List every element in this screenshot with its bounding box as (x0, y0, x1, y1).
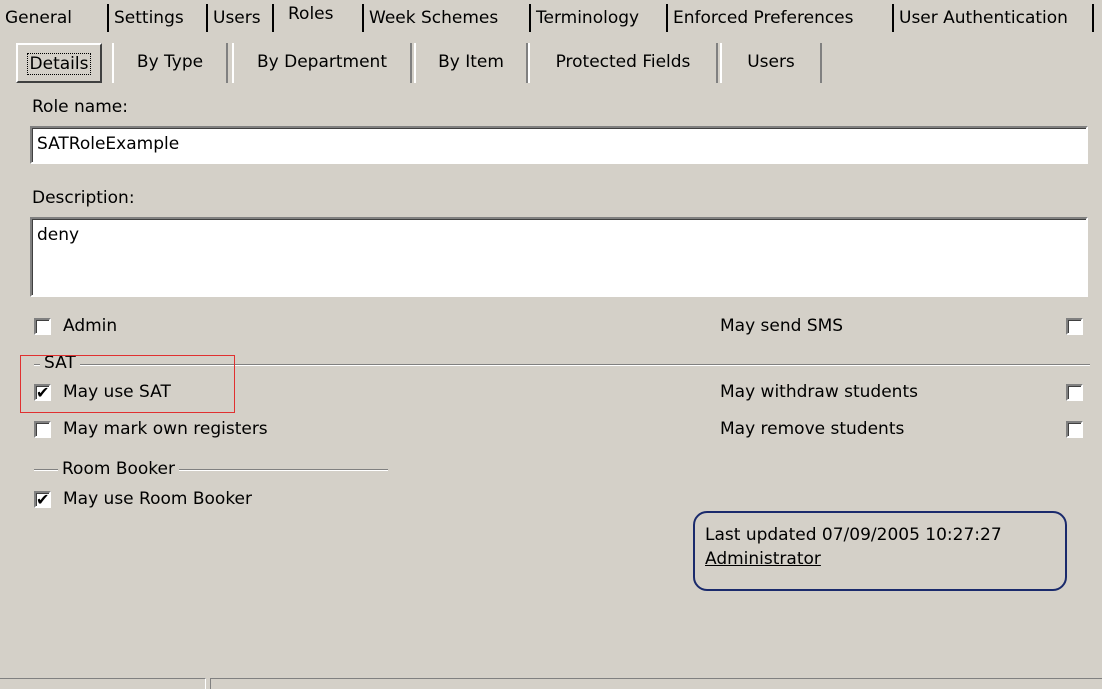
may-use-sat-checkbox[interactable]: ✔ (34, 384, 51, 401)
subtab-details[interactable]: Details (16, 43, 102, 83)
tab-terminology[interactable]: Terminology (531, 4, 668, 32)
status-bar-pane (0, 678, 206, 689)
may-send-sms-label: May send SMS (720, 316, 844, 336)
subtab-label: By Department (257, 52, 387, 72)
checkmark-icon: ✔ (36, 383, 50, 402)
may-remove-students-label: May remove students (720, 419, 905, 439)
subtab-users[interactable]: Users (720, 43, 822, 83)
role-name-label: Role name: (32, 97, 128, 117)
may-mark-own-registers-label: May mark own registers (63, 419, 268, 439)
tab-user-authentication[interactable]: User Authentication (894, 4, 1094, 32)
description-input[interactable]: deny (30, 217, 1088, 297)
subtab-label: By Item (438, 52, 504, 72)
tab-label: Users (213, 8, 261, 28)
admin-label: Admin (63, 316, 118, 336)
role-name-input[interactable]: SATRoleExample (30, 126, 1088, 164)
subtab-label: Users (747, 52, 795, 72)
may-withdraw-students-checkbox[interactable] (1066, 384, 1083, 401)
description-label: Description: (32, 188, 135, 208)
last-updated-text: Last updated 07/09/2005 10:27:27 (705, 525, 1002, 545)
may-use-sat-label: May use SAT (63, 382, 171, 402)
status-bar (0, 676, 1102, 689)
tab-label: User Authentication (899, 8, 1068, 28)
top-tab-strip: General Settings Users Roles Week Scheme… (0, 0, 1102, 34)
subtab-label: Protected Fields (555, 52, 691, 72)
room-booker-group-title: Room Booker (58, 459, 179, 479)
tab-label: General (5, 8, 72, 28)
updated-by-link[interactable]: Administrator (705, 549, 1055, 569)
subtab-protected-fields[interactable]: Protected Fields (528, 43, 718, 83)
tab-roles[interactable]: Roles (283, 0, 355, 28)
subtab-label: Details (26, 53, 92, 75)
last-updated-box: Last updated 07/09/2005 10:27:27 Adminis… (693, 511, 1067, 591)
tab-general[interactable]: General (0, 4, 109, 32)
status-bar-pane (210, 678, 1102, 689)
tab-label: Settings (114, 8, 184, 28)
tab-label: Terminology (536, 8, 640, 28)
may-withdraw-students-label: May withdraw students (720, 382, 918, 402)
subtab-by-item[interactable]: By Item (414, 43, 528, 83)
subtab-by-department[interactable]: By Department (232, 43, 412, 83)
may-mark-own-registers-checkbox[interactable] (34, 421, 51, 438)
tab-week-schemes[interactable]: Week Schemes (362, 4, 531, 32)
tab-label: Week Schemes (369, 8, 499, 28)
tab-label: Enforced Preferences (673, 8, 854, 28)
may-use-room-booker-label: May use Room Booker (63, 489, 253, 509)
tab-settings[interactable]: Settings (109, 4, 208, 32)
subtab-label: By Type (136, 52, 204, 72)
admin-checkbox[interactable] (34, 318, 51, 335)
may-remove-students-checkbox[interactable] (1066, 421, 1083, 438)
may-use-room-booker-checkbox[interactable]: ✔ (34, 491, 51, 508)
tab-enforced-preferences[interactable]: Enforced Preferences (668, 4, 894, 32)
checkmark-icon: ✔ (36, 490, 50, 509)
tab-label: Roles (288, 4, 334, 24)
subtab-by-type[interactable]: By Type (112, 43, 228, 83)
tab-users[interactable]: Users (208, 4, 274, 32)
may-send-sms-checkbox[interactable] (1066, 318, 1083, 335)
